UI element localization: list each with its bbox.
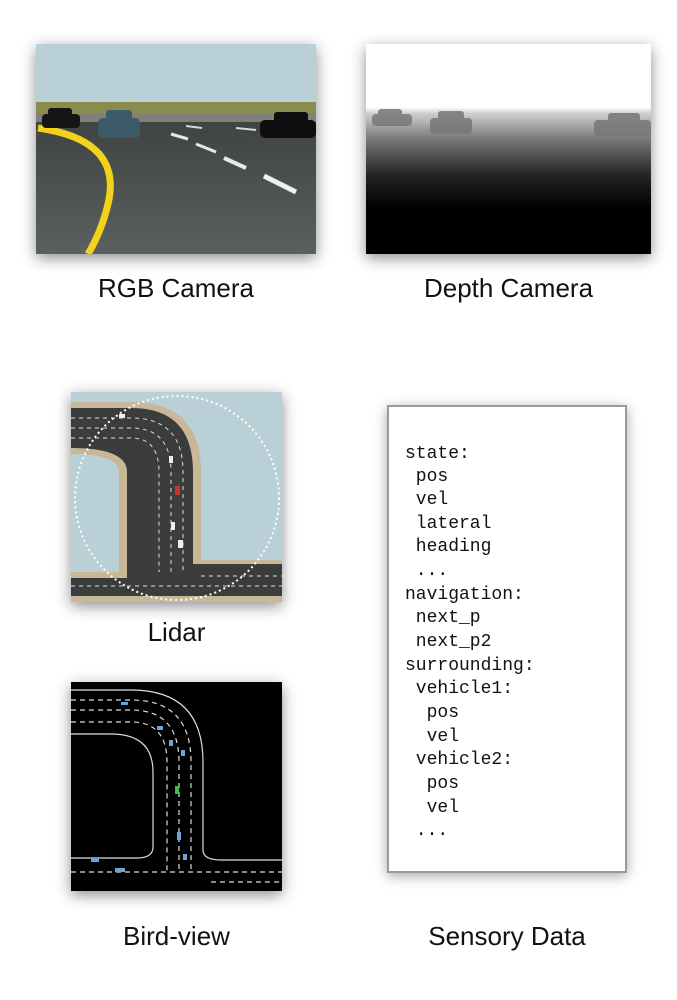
sensory-line: vel [405, 490, 449, 510]
bird-view-image [71, 682, 282, 891]
sensory-line: pos [405, 703, 460, 723]
sensory-data-caption: Sensory Data [428, 921, 586, 951]
sensory-line: next_p2 [405, 632, 492, 652]
sensory-line: pos [405, 467, 449, 487]
sensory-line: state: [405, 444, 470, 464]
depth-camera-caption: Depth Camera [423, 273, 594, 303]
lidar-image [71, 392, 282, 602]
sensory-data-box: state: pos vel lateral heading ... navig… [387, 405, 627, 873]
sensory-line: surrounding: [405, 656, 535, 676]
sensory-line: next_p [405, 608, 481, 628]
bird-view-caption: Bird-view [123, 921, 230, 951]
sensory-line: vehicle1: [405, 679, 514, 699]
sensory-line: vel [405, 727, 460, 747]
sensory-line: ... [405, 561, 449, 581]
sensory-line: heading [405, 537, 492, 557]
sensory-line: navigation: [405, 585, 524, 605]
rgb-camera-caption: RGB Camera [97, 273, 255, 303]
sensory-line: pos [405, 774, 460, 794]
depth-camera-image [366, 44, 651, 254]
sensory-line: vel [405, 798, 460, 818]
rgb-camera-image [36, 44, 316, 254]
sensory-line: ... [405, 821, 449, 841]
sensory-line: vehicle2: [405, 750, 514, 770]
sensory-line: lateral [405, 514, 492, 534]
lidar-caption: Lidar [147, 617, 206, 647]
